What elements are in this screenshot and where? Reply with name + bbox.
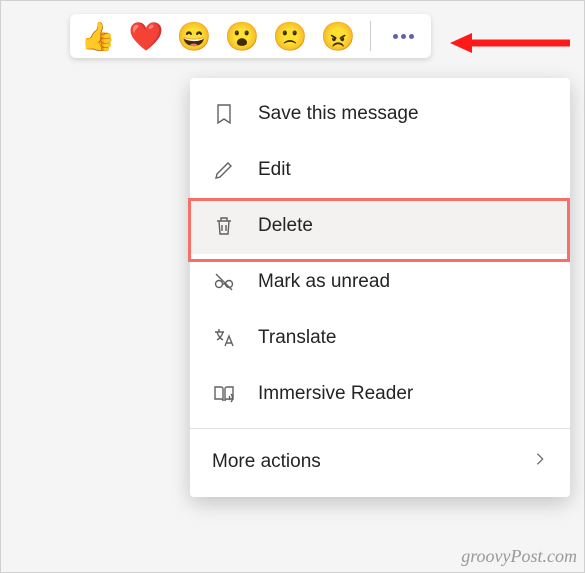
context-menu: Save this message Edit Delete Mark as un… [190, 78, 570, 497]
translate-icon [212, 326, 236, 350]
menu-label: Translate [258, 327, 337, 349]
reaction-divider [370, 21, 371, 51]
reaction-angry[interactable]: 😠 [320, 18, 356, 54]
menu-label: Delete [258, 215, 313, 237]
menu-item-save[interactable]: Save this message [190, 86, 570, 142]
reaction-surprised[interactable]: 😮 [224, 18, 260, 54]
reaction-bar: 👍 ❤️ 😄 😮 🙁 😠 [70, 14, 431, 58]
menu-divider [190, 428, 570, 429]
reaction-heart[interactable]: ❤️ [128, 18, 164, 54]
menu-item-unread[interactable]: Mark as unread [190, 254, 570, 310]
menu-label: More actions [212, 451, 321, 473]
reaction-laugh[interactable]: 😄 [176, 18, 212, 54]
menu-item-translate[interactable]: Translate [190, 310, 570, 366]
chevron-right-icon [532, 451, 548, 473]
reaction-thumbs-up[interactable]: 👍 [80, 18, 116, 54]
bookmark-icon [212, 102, 236, 126]
more-options-button[interactable] [385, 18, 421, 54]
menu-item-edit[interactable]: Edit [190, 142, 570, 198]
menu-label: Mark as unread [258, 271, 390, 293]
trash-icon [212, 214, 236, 238]
menu-label: Edit [258, 159, 291, 181]
menu-label: Save this message [258, 103, 419, 125]
menu-item-more-actions[interactable]: More actions [190, 435, 570, 489]
annotation-arrow [450, 30, 570, 61]
menu-label: Immersive Reader [258, 383, 413, 405]
pencil-icon [212, 158, 236, 182]
book-audio-icon [212, 382, 236, 406]
menu-item-immersive[interactable]: Immersive Reader [190, 366, 570, 422]
reaction-sad[interactable]: 🙁 [272, 18, 308, 54]
menu-item-delete[interactable]: Delete [190, 198, 570, 254]
glasses-off-icon [212, 270, 236, 294]
watermark-text: groovyPost.com [461, 546, 577, 567]
